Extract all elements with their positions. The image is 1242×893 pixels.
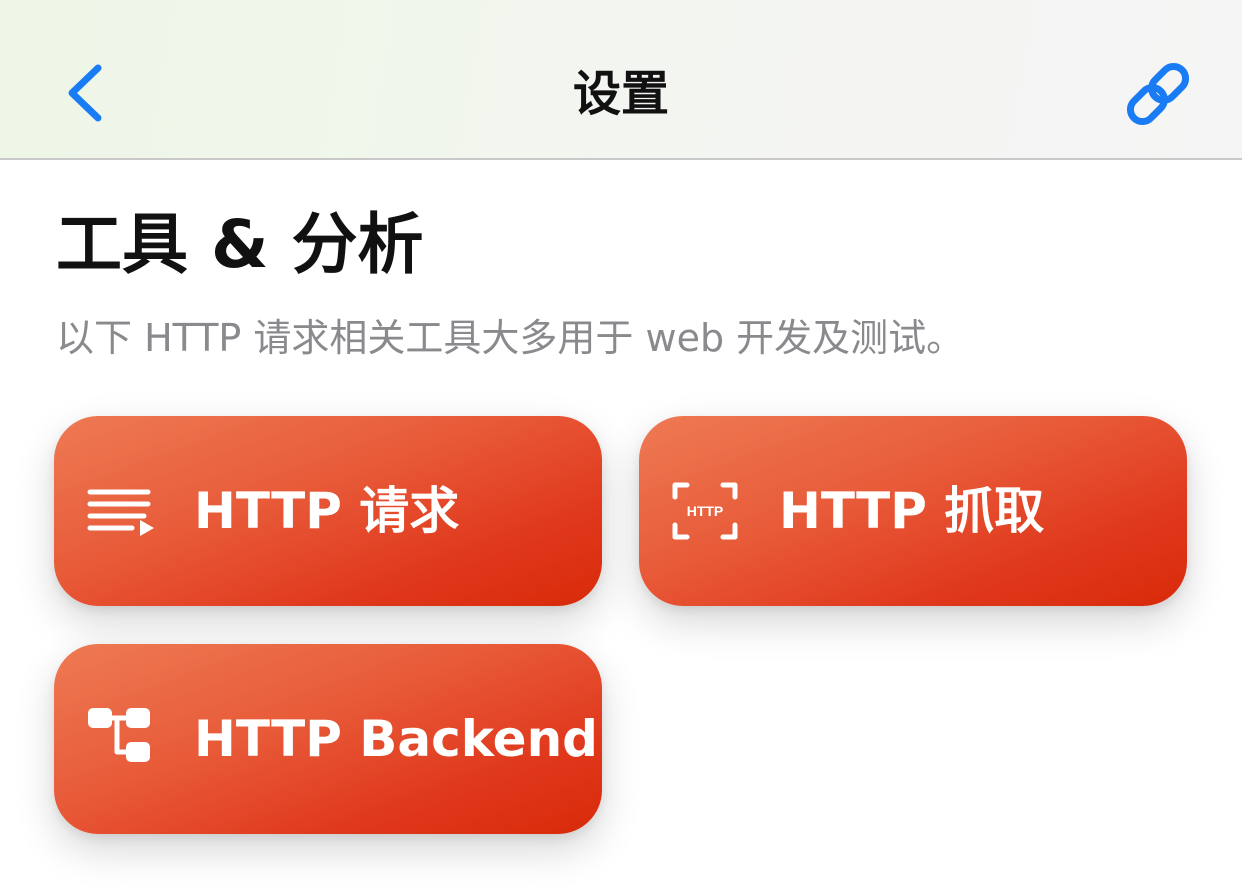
link-button[interactable] (1120, 56, 1196, 132)
backend-tree-icon (88, 708, 150, 762)
http-request-tile[interactable]: HTTP 请求 (54, 416, 602, 606)
tile-label: HTTP Backend (194, 710, 598, 768)
navigation-bar: 设置 (0, 0, 1242, 160)
link-icon (1126, 62, 1190, 126)
http-capture-icon: HTTP (672, 482, 738, 540)
tile-label: HTTP 抓取 (779, 482, 1045, 540)
http-capture-icon-text: HTTP (687, 503, 724, 519)
http-backend-tile[interactable]: HTTP Backend (54, 644, 602, 834)
page-title: 设置 (572, 66, 669, 122)
http-capture-tile[interactable]: HTTP HTTP 抓取 (639, 416, 1187, 606)
request-list-icon (87, 489, 154, 536)
section-subtitle: 以下 HTTP 请求相关工具大多用于 web 开发及测试。 (56, 316, 965, 360)
tile-label: HTTP 请求 (194, 482, 460, 540)
section-title: 工具 & 分析 (56, 206, 424, 283)
